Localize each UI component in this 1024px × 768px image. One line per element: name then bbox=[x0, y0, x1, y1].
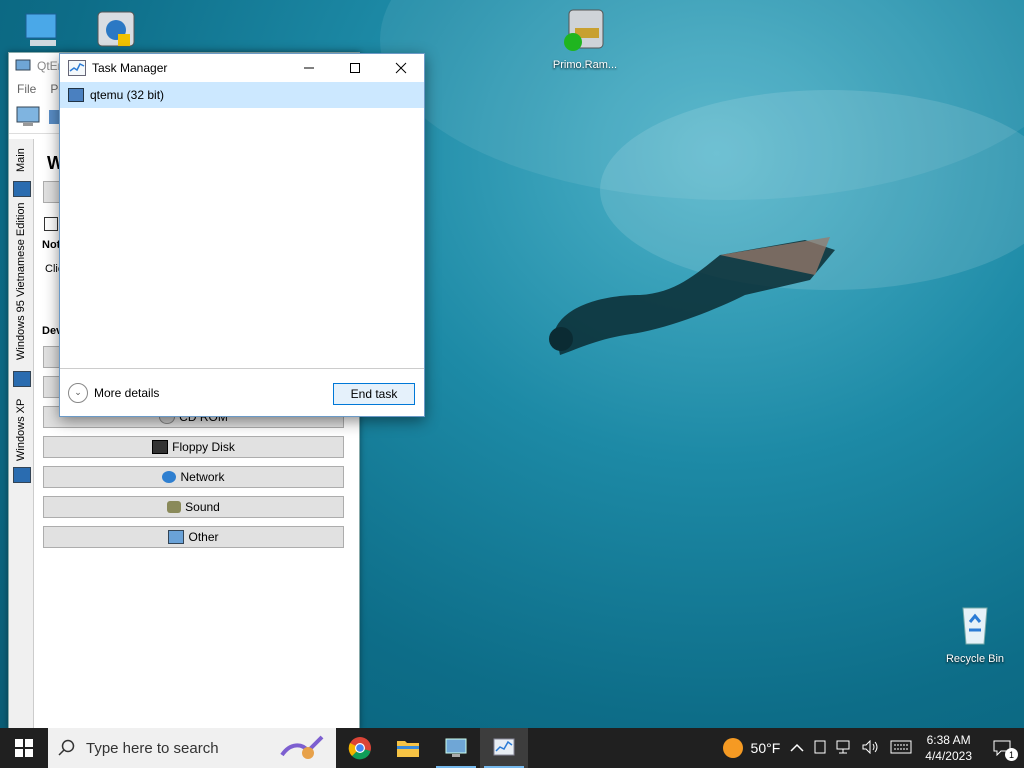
side-tab-winxp[interactable]: Windows XP bbox=[9, 397, 33, 463]
process-list: qtemu (32 bit) bbox=[60, 82, 424, 368]
task-manager-taskbar-icon bbox=[493, 738, 515, 756]
speaker-icon bbox=[862, 739, 878, 754]
volume-button[interactable] bbox=[857, 739, 885, 757]
clock-time: 6:38 AM bbox=[926, 733, 971, 747]
close-button[interactable] bbox=[378, 54, 424, 82]
device-button-floppy[interactable]: Floppy Disk bbox=[43, 436, 344, 458]
keyboard-button[interactable] bbox=[885, 740, 917, 757]
minimize-button[interactable] bbox=[286, 54, 332, 82]
notification-center-button[interactable]: 1 bbox=[980, 728, 1024, 768]
end-task-button[interactable]: End task bbox=[333, 383, 415, 405]
control-panel-icon bbox=[97, 11, 135, 47]
vm-icon bbox=[13, 181, 31, 197]
maximize-icon bbox=[350, 63, 360, 73]
taskbar-file-explorer[interactable] bbox=[384, 728, 432, 768]
qtemu-taskbar-icon bbox=[445, 738, 467, 757]
vm-icon bbox=[13, 467, 31, 483]
notification-count-badge: 1 bbox=[1005, 748, 1018, 761]
side-tab-win95[interactable]: Windows 95 Vietnamese Edition bbox=[9, 201, 33, 361]
keyboard-icon bbox=[890, 740, 912, 753]
qtemu-side-tabs: Main Windows 95 Vietnamese Edition Windo… bbox=[9, 139, 34, 728]
other-label: Other bbox=[188, 530, 219, 544]
taskbar-search-box[interactable]: Type here to search bbox=[48, 728, 336, 768]
search-highlight-icon bbox=[280, 735, 324, 759]
desktop-icon-label: Recycle Bin bbox=[945, 653, 1005, 665]
globe-icon bbox=[162, 471, 177, 483]
menu-file[interactable]: File bbox=[17, 82, 36, 96]
system-tray: 50°F 6:38 AM 4/4/2023 1 bbox=[718, 728, 1024, 768]
taskbar-chrome[interactable] bbox=[336, 728, 384, 768]
start-button[interactable] bbox=[0, 728, 48, 768]
ramdisk-icon bbox=[564, 9, 604, 51]
floppy-icon bbox=[152, 440, 169, 454]
desktop-icon-label: Primo.Ram... bbox=[552, 59, 618, 71]
device-button-other[interactable]: Other bbox=[43, 526, 344, 548]
task-manager-window: Task Manager qtemu (32 bit) ⌄ More detai… bbox=[59, 53, 425, 417]
device-button-network[interactable]: Network bbox=[43, 466, 344, 488]
sound-label: Sound bbox=[185, 500, 220, 514]
new-machine-icon[interactable] bbox=[15, 104, 41, 128]
qtemu-app-icon bbox=[15, 59, 31, 71]
chevron-down-icon: ⌄ bbox=[68, 382, 88, 403]
search-icon bbox=[58, 739, 75, 756]
process-name: qtemu (32 bit) bbox=[90, 88, 165, 102]
chevron-up-icon bbox=[790, 743, 804, 752]
recycle-bin-icon bbox=[962, 607, 988, 645]
sound-card-icon bbox=[167, 501, 182, 513]
maximize-button[interactable] bbox=[332, 54, 378, 82]
more-details-label: More details bbox=[94, 385, 160, 400]
close-icon bbox=[395, 62, 407, 74]
option-checkbox[interactable] bbox=[44, 217, 58, 231]
taskbar-qtemu[interactable] bbox=[432, 728, 480, 768]
desktop-icon-recycle-bin[interactable]: Recycle Bin bbox=[937, 600, 1013, 665]
desktop-icon-primo-ramdisk[interactable]: Primo.Ram... bbox=[547, 6, 623, 71]
process-row[interactable]: qtemu (32 bit) bbox=[60, 82, 424, 108]
desktop: M Primo.Ram... Recycle Bin QtEm File bbox=[0, 0, 1024, 728]
weather-temp: 50°F bbox=[750, 740, 781, 756]
more-details-toggle[interactable]: ⌄ More details bbox=[68, 382, 160, 403]
clock[interactable]: 6:38 AM 4/4/2023 bbox=[917, 732, 980, 764]
floppy-label: Floppy Disk bbox=[172, 440, 235, 454]
chrome-icon bbox=[348, 737, 371, 760]
sun-icon bbox=[722, 738, 743, 758]
taskbar-task-manager[interactable] bbox=[480, 728, 528, 768]
task-manager-icon bbox=[68, 60, 86, 76]
notes-label: Not bbox=[42, 239, 61, 251]
show-hidden-icons-button[interactable] bbox=[785, 740, 809, 756]
minimize-icon bbox=[304, 67, 314, 69]
weather-widget[interactable]: 50°F bbox=[718, 738, 786, 758]
task-manager-title: Task Manager bbox=[92, 61, 168, 75]
computer-icon bbox=[25, 13, 57, 46]
vm-icon bbox=[13, 371, 31, 387]
tablet-icon bbox=[814, 740, 826, 753]
taskbar: Type here to search 50°F 6:38 AM 4/4/202… bbox=[0, 728, 1024, 768]
side-tab-main[interactable]: Main bbox=[9, 145, 33, 175]
ethernet-icon bbox=[836, 740, 850, 753]
network-label: Network bbox=[180, 470, 225, 484]
wallpaper-diver bbox=[549, 237, 835, 355]
task-manager-titlebar[interactable]: Task Manager bbox=[60, 54, 424, 82]
qtemu-process-icon bbox=[68, 88, 84, 102]
windows-logo-icon bbox=[15, 739, 33, 757]
tablet-icon-button[interactable] bbox=[809, 740, 831, 757]
search-placeholder: Type here to search bbox=[86, 739, 219, 757]
network-tray-button[interactable] bbox=[831, 740, 857, 757]
other-device-icon bbox=[168, 530, 185, 544]
clock-date: 4/4/2023 bbox=[925, 749, 972, 763]
task-manager-footer: ⌄ More details End task bbox=[60, 368, 424, 416]
device-button-sound[interactable]: Sound bbox=[43, 496, 344, 518]
folder-icon bbox=[397, 741, 419, 757]
